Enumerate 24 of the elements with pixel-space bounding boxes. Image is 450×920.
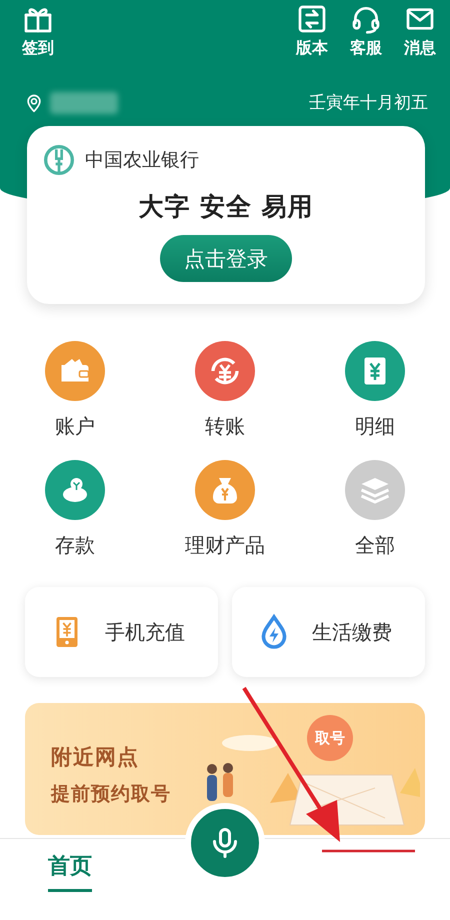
sign-in-button[interactable]: 签到 bbox=[22, 2, 54, 59]
details-item[interactable]: 明细 bbox=[300, 341, 450, 440]
account-item[interactable]: 账户 bbox=[0, 341, 150, 440]
version-button[interactable]: 版本 bbox=[296, 2, 328, 59]
deposit-item[interactable]: 存款 bbox=[0, 460, 150, 559]
login-button[interactable]: 点击登录 bbox=[160, 235, 292, 282]
mobile-top-up-card[interactable]: 手机充值 bbox=[25, 587, 218, 677]
bank-logo-icon bbox=[43, 144, 75, 176]
lunar-date: 壬寅年十月初五 bbox=[309, 92, 428, 114]
cloud-illustration bbox=[220, 733, 280, 753]
messages-button[interactable]: 消息 bbox=[404, 2, 436, 59]
banner-title: 附近网点 bbox=[51, 744, 139, 771]
utility-bills-card[interactable]: 生活缴费 bbox=[232, 587, 425, 677]
all-features-item[interactable]: 全部 bbox=[300, 460, 450, 559]
home-tab[interactable]: 首页 bbox=[48, 851, 92, 892]
customer-service-button[interactable]: 客服 bbox=[350, 2, 382, 59]
wealth-products-item[interactable]: 理财产品 bbox=[150, 460, 300, 559]
transfer-item[interactable]: 转账 bbox=[150, 341, 300, 440]
bank-name: 中国农业银行 bbox=[85, 148, 199, 173]
banner-subtitle: 提前预约取号 bbox=[51, 782, 171, 807]
slogan: 大字 安全 易用 bbox=[137, 191, 315, 223]
queue-number-pin: 取号 bbox=[307, 715, 353, 761]
people-illustration bbox=[205, 763, 235, 801]
blurred-location bbox=[50, 92, 118, 114]
